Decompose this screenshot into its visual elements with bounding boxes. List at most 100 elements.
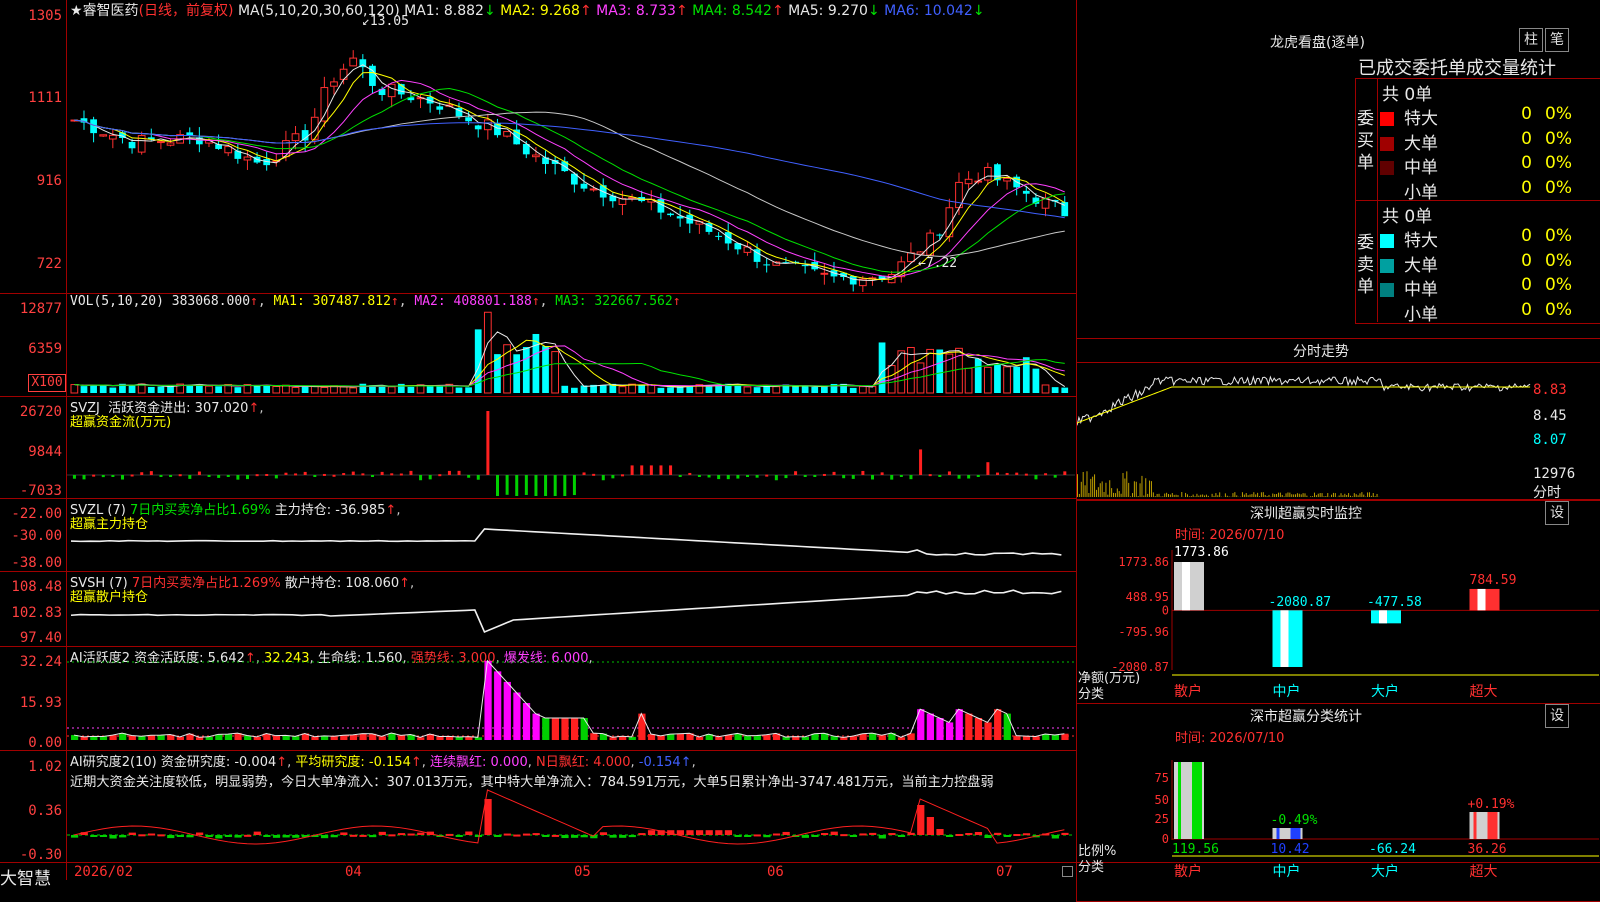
flow-bar bbox=[198, 472, 201, 475]
svsh-chart[interactable] bbox=[67, 574, 1075, 644]
lock-icon[interactable] bbox=[1062, 866, 1073, 877]
monitor-chart[interactable]: 1773.86488.950-795.96-2080.871773.86-208… bbox=[1077, 540, 1599, 700]
flow-bar bbox=[352, 472, 355, 475]
intraday-volume-bar bbox=[1096, 490, 1097, 497]
research-bar bbox=[206, 835, 213, 837]
svzj-chart[interactable] bbox=[67, 400, 1075, 496]
volume-bar bbox=[552, 352, 559, 393]
research-bar bbox=[456, 835, 463, 837]
intraday-axis-tick: 分时 bbox=[1533, 482, 1561, 502]
activity-bar bbox=[331, 736, 338, 740]
svzj-axis-tick: -7033 bbox=[0, 483, 62, 499]
intraday-volume-bar bbox=[1242, 492, 1243, 497]
longhu-tabs[interactable]: 已成交委托单成交量统计 bbox=[1358, 54, 1568, 80]
volume-bar bbox=[379, 387, 386, 393]
volume-bar bbox=[773, 387, 780, 393]
flow-bar bbox=[919, 449, 922, 475]
volume-bar bbox=[1023, 357, 1030, 393]
intraday-volume-bar bbox=[1151, 481, 1152, 497]
volume-bar bbox=[542, 346, 549, 393]
monitor-settings-button[interactable]: 设 bbox=[1545, 501, 1569, 525]
flow-bar bbox=[159, 475, 162, 477]
flow-bar bbox=[486, 411, 489, 475]
flow-bar bbox=[775, 475, 778, 480]
research-bar bbox=[619, 835, 626, 838]
research-bar bbox=[215, 835, 222, 838]
research-line bbox=[74, 790, 1064, 844]
classify-axis-label: 0 bbox=[1162, 832, 1169, 846]
monitor-value-label: -2080.87 bbox=[1269, 595, 1332, 610]
volume-chart[interactable] bbox=[67, 305, 1075, 395]
intraday-volume-bar bbox=[1286, 493, 1287, 497]
intraday-volume-bar bbox=[1314, 493, 1315, 497]
volume-ma-line bbox=[74, 346, 1064, 387]
classify-category-label: 超大 bbox=[1470, 864, 1498, 880]
intraday-volume-bar bbox=[1219, 492, 1220, 497]
flow-bar bbox=[179, 474, 182, 476]
candle-body bbox=[533, 155, 540, 157]
research-bar bbox=[927, 817, 934, 835]
candle-body bbox=[302, 130, 309, 140]
activity-bar bbox=[138, 736, 145, 740]
flow-bar bbox=[756, 475, 759, 478]
research-bar bbox=[1061, 833, 1068, 835]
flow-bar bbox=[409, 471, 412, 475]
classify-settings-button[interactable]: 设 bbox=[1545, 704, 1569, 728]
intraday-volume-bar bbox=[1323, 496, 1324, 497]
activity-bar bbox=[936, 718, 943, 740]
volume-bar bbox=[648, 385, 655, 393]
ai1-axis-tick: 32.24 bbox=[0, 654, 62, 670]
intraday-volume-bar bbox=[1333, 493, 1334, 497]
research-bar bbox=[552, 835, 559, 837]
order-size-row: 大单00% bbox=[1380, 251, 1438, 273]
classify-chart[interactable]: 7550250119.56-0.49%10.42-66.24+0.19%36.2… bbox=[1077, 740, 1599, 900]
intraday-axis-tick: 8.83 bbox=[1533, 382, 1567, 398]
intraday-volume-bar bbox=[1077, 474, 1078, 497]
tick-mode-button[interactable]: 笔 bbox=[1545, 28, 1569, 52]
bar-mode-button[interactable]: 柱 bbox=[1519, 28, 1543, 52]
candle-body bbox=[667, 214, 674, 215]
monitor-value-label: 784.59 bbox=[1470, 573, 1517, 588]
price-chart[interactable] bbox=[67, 14, 1075, 292]
svzl-axis-tick: -38.00 bbox=[0, 555, 62, 571]
svzl-chart[interactable] bbox=[67, 500, 1075, 570]
research-bar bbox=[129, 833, 136, 835]
intraday-volume-bar bbox=[1176, 495, 1177, 497]
intraday-volume-bar bbox=[1215, 493, 1216, 497]
price-axis-tick: 1111 bbox=[0, 90, 62, 106]
volume-bar bbox=[388, 387, 395, 393]
candle-body bbox=[475, 125, 482, 129]
intraday-volume-bar bbox=[1339, 495, 1340, 497]
intraday-volume-bar bbox=[1289, 493, 1290, 497]
intraday-chart[interactable] bbox=[1077, 363, 1532, 497]
flow-bar bbox=[1006, 473, 1009, 475]
candle-body bbox=[129, 142, 136, 148]
flow-bar bbox=[611, 475, 614, 478]
monitor-bar-highlight bbox=[1281, 610, 1289, 667]
research-bar bbox=[754, 834, 761, 836]
flow-bar bbox=[784, 475, 787, 478]
research-bar bbox=[100, 835, 107, 837]
ai1-chart[interactable] bbox=[67, 650, 1075, 748]
classify-value-label: 36.26 bbox=[1468, 842, 1507, 857]
classify-value-label: -66.24 bbox=[1369, 842, 1416, 857]
sell-total: 共 0单 bbox=[1382, 202, 1432, 227]
monitor-title: 深圳超赢实时监控 bbox=[1250, 503, 1362, 523]
ai2-chart[interactable] bbox=[67, 755, 1075, 861]
intraday-volume-bar bbox=[1187, 494, 1188, 497]
order-size-row: 特大00% bbox=[1380, 104, 1438, 126]
classify-value-label: 10.42 bbox=[1271, 842, 1310, 857]
research-bar bbox=[1052, 835, 1059, 838]
flow-bar bbox=[236, 475, 239, 480]
intraday-volume-bar bbox=[1363, 495, 1364, 497]
flow-bar bbox=[429, 475, 432, 479]
activity-bar bbox=[340, 735, 347, 740]
intraday-volume-bar bbox=[1244, 495, 1245, 497]
research-bar bbox=[869, 833, 876, 835]
candle-body bbox=[244, 157, 251, 160]
flow-bar bbox=[929, 474, 932, 476]
intraday-volume-bar bbox=[1255, 494, 1256, 497]
intraday-volume-bar bbox=[1121, 494, 1122, 497]
flow-bar bbox=[477, 475, 480, 480]
volume-bar bbox=[340, 387, 347, 393]
